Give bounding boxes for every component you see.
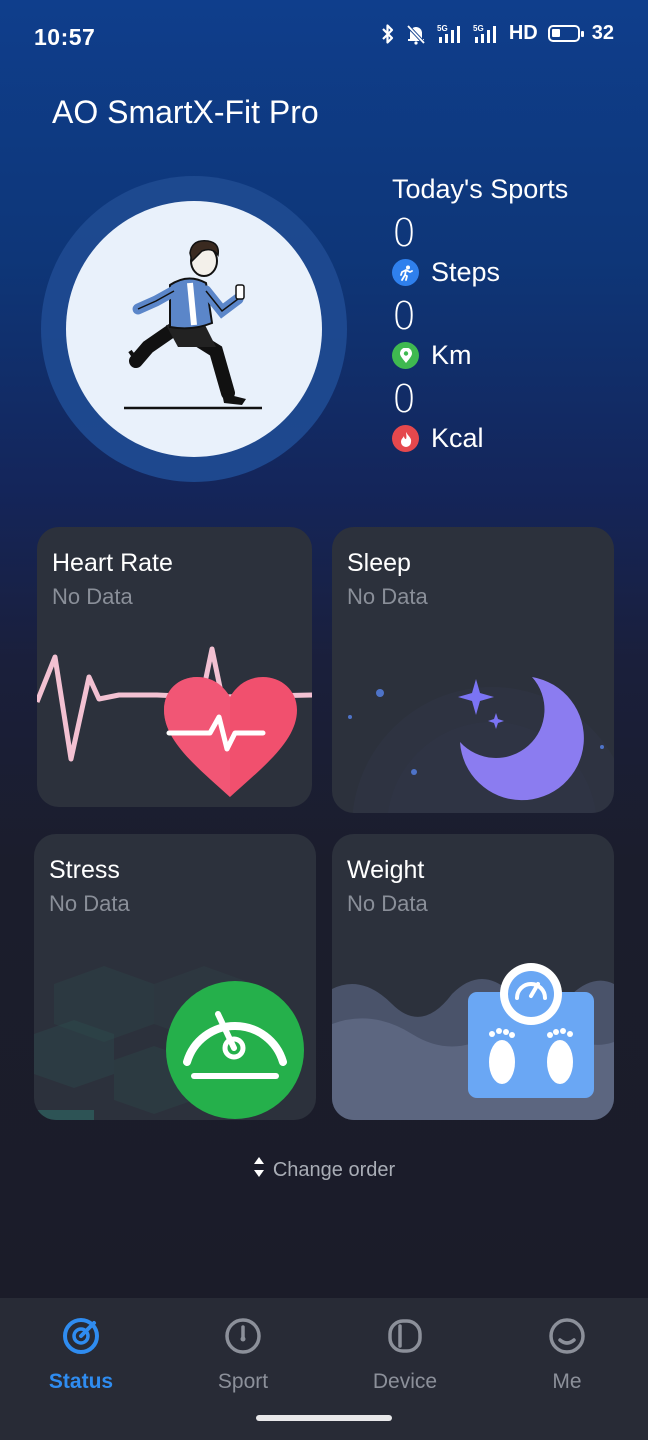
- change-order-label: Change order: [272, 1158, 396, 1181]
- sort-arrows-icon: [253, 1156, 265, 1184]
- tab-sport[interactable]: Sport: [162, 1316, 324, 1394]
- sleep-title: Sleep: [347, 549, 411, 577]
- steps-icon: [392, 259, 419, 286]
- tab-status-label: Status: [48, 1370, 114, 1393]
- status-icons: 5G 5G HD 32: [381, 22, 614, 45]
- tab-status[interactable]: Status: [0, 1316, 162, 1394]
- battery-icon: [547, 25, 584, 42]
- stress-card[interactable]: Stress No Data: [34, 834, 316, 1120]
- heart-rate-card[interactable]: Heart Rate No Data: [37, 527, 312, 807]
- hd-indicator: HD: [508, 22, 538, 44]
- steps-value: 0: [392, 211, 417, 255]
- kcal-value: 0: [392, 377, 417, 421]
- speedometer-icon: [223, 1316, 263, 1362]
- status-bar: 10:57 5G 5G HD 32: [0, 0, 648, 76]
- todays-sports[interactable]: Today's Sports 0 Steps 0 Km 0 Kcal: [392, 174, 568, 454]
- weight-value: No Data: [347, 891, 428, 916]
- mute-bell-icon: [405, 23, 427, 45]
- svg-text:5G: 5G: [473, 24, 484, 33]
- weight-card[interactable]: Weight No Data: [332, 834, 614, 1120]
- km-value: 0: [392, 294, 417, 338]
- heart-rate-value: No Data: [52, 584, 133, 609]
- signal-5g-icon: 5G: [437, 23, 463, 45]
- tab-sport-label: Sport: [217, 1370, 269, 1393]
- sleep-value: No Data: [347, 584, 428, 609]
- battery-level: 32: [591, 22, 614, 44]
- stress-title: Stress: [49, 856, 120, 884]
- sleep-card[interactable]: Sleep No Data: [332, 527, 614, 813]
- steps-metric: Steps: [392, 257, 568, 288]
- tab-device[interactable]: Device: [324, 1316, 486, 1394]
- tab-me-label: Me: [552, 1370, 582, 1393]
- stress-value: No Data: [49, 891, 130, 916]
- signal-5g-icon-2: 5G: [473, 23, 499, 45]
- home-indicator[interactable]: [256, 1415, 392, 1421]
- steps-label: Steps: [431, 257, 501, 287]
- kcal-metric: Kcal: [392, 423, 568, 454]
- status-time: 10:57: [34, 24, 96, 50]
- svg-text:5G: 5G: [437, 24, 448, 33]
- todays-sports-heading: Today's Sports: [392, 174, 569, 204]
- tab-me[interactable]: Me: [486, 1316, 648, 1394]
- status-target-icon: [61, 1316, 101, 1362]
- weight-title: Weight: [347, 856, 425, 884]
- location-pin-icon: [392, 342, 419, 369]
- heart-rate-title: Heart Rate: [52, 549, 173, 577]
- watch-icon: [385, 1316, 425, 1362]
- bluetooth-icon: [381, 23, 395, 45]
- km-metric: Km: [392, 340, 568, 371]
- kcal-label: Kcal: [431, 423, 484, 453]
- app-title: AO SmartX-Fit Pro: [52, 94, 319, 130]
- flame-icon: [392, 425, 419, 452]
- change-order-button[interactable]: Change order: [0, 1156, 648, 1184]
- runner-illustration[interactable]: [66, 201, 322, 457]
- km-label: Km: [431, 340, 472, 370]
- smiley-face-icon: [547, 1316, 587, 1362]
- tab-device-label: Device: [372, 1370, 438, 1393]
